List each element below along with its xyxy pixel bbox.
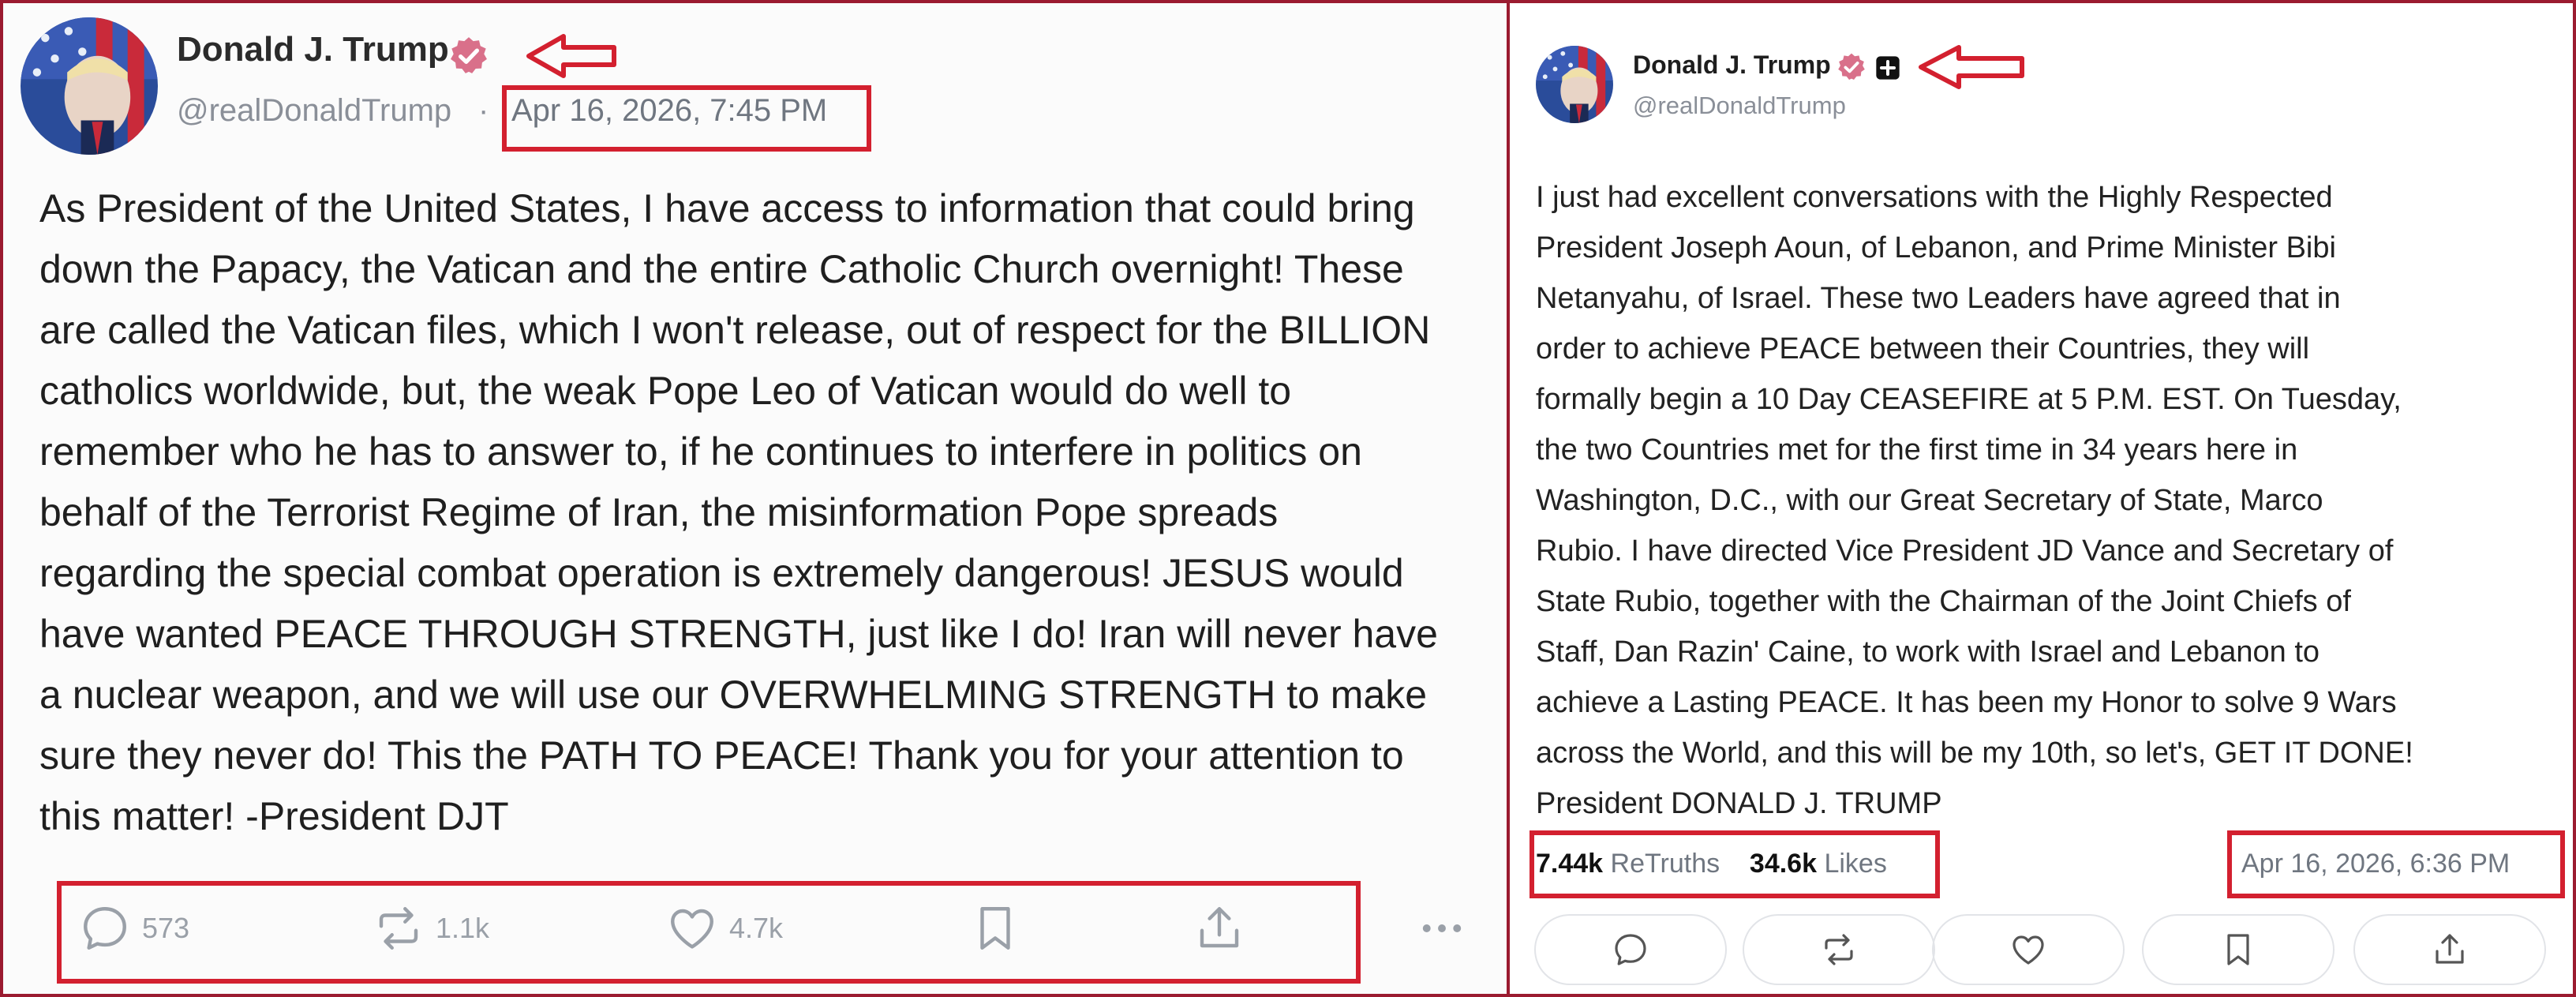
left-author-handle[interactable]: @realDonaldTrump (177, 93, 451, 129)
bookmark-icon (2227, 934, 2249, 965)
more-options-button[interactable] (1416, 902, 1479, 954)
post-text-line: down the Papacy, the Vatican and the ent… (39, 247, 1404, 291)
right-post-body: I just had excellent conversations with … (1536, 172, 2562, 829)
more-icon (1422, 924, 1462, 932)
bookmark-button[interactable] (2142, 914, 2334, 985)
retruth-button[interactable] (1743, 914, 1935, 985)
annotation-arrow-right-name (1919, 45, 2024, 89)
post-text-line: this matter! -President DJT (39, 794, 509, 838)
reply-icon (1615, 934, 1646, 965)
post-text-line: As President of the United States, I hav… (39, 186, 1415, 231)
post-text-line: State Rubio, together with the Chairman … (1536, 585, 2351, 618)
post-text-line: behalf of the Terrorist Regime of Iran, … (39, 490, 1279, 534)
post-text-line: a nuclear weapon, and we will use our OV… (39, 673, 1428, 717)
annotation-arrow-left-name (526, 34, 616, 78)
annotation-box-left-timestamp (502, 85, 871, 152)
reply-button[interactable] (1534, 914, 1727, 985)
left-author-name[interactable]: Donald J. Trump (177, 30, 449, 69)
post-text-line: I just had excellent conversations with … (1536, 181, 2333, 214)
left-avatar[interactable] (21, 17, 158, 155)
annotation-box-right-stats (1530, 830, 1940, 898)
verified-badge-icon (1837, 52, 1866, 82)
post-text-line: the two Countries met for the first time… (1536, 433, 2298, 467)
right-avatar[interactable] (1536, 46, 1613, 123)
post-text-line: catholics worldwide, but, the weak Pope … (39, 369, 1292, 413)
like-button[interactable] (1932, 914, 2125, 985)
share-button[interactable] (2353, 914, 2546, 985)
post-text-line: Washington, D.C., with our Great Secreta… (1536, 484, 2323, 517)
post-text-line: order to achieve PEACE between their Cou… (1536, 332, 2310, 365)
like-icon (2012, 935, 2044, 965)
right-author-handle[interactable]: @realDonaldTrump (1633, 92, 1846, 120)
left-post-body: As President of the United States, I hav… (39, 178, 1500, 847)
post-text-line: regarding the special combat operation i… (39, 551, 1404, 595)
verified-badge-icon (448, 36, 489, 77)
post-text-line: Staff, Dan Razin' Caine, to work with Is… (1536, 635, 2320, 669)
plus-badge-icon (1875, 55, 1900, 84)
post-text-line: sure they never do! This the PATH TO PEA… (39, 733, 1404, 778)
post-text-line: remember who he has to answer to, if he … (39, 429, 1362, 474)
post-text-line: across the World, and this will be my 10… (1536, 737, 2413, 770)
post-text-line: achieve a Lasting PEACE. It has been my … (1536, 686, 2397, 719)
annotation-box-left-actions (57, 881, 1361, 984)
retruth-icon (1825, 934, 1853, 965)
post-text-line: Rubio. I have directed Vice President JD… (1536, 534, 2394, 568)
post-text-line: are called the Vatican files, which I wo… (39, 308, 1431, 352)
post-text-line: President Joseph Aoun, of Lebanon, and P… (1536, 231, 2336, 264)
post-text-line: President DONALD J. TRUMP (1536, 787, 1942, 820)
post-text-line: have wanted PEACE THROUGH STRENGTH, just… (39, 612, 1438, 656)
right-author-name[interactable]: Donald J. Trump (1633, 51, 1831, 80)
handle-separator: · (478, 93, 489, 128)
annotation-box-right-timestamp (2227, 830, 2565, 898)
share-icon (2436, 934, 2464, 964)
post-text-line: formally begin a 10 Day CEASEFIRE at 5 P… (1536, 383, 2402, 416)
post-text-line: Netanyahu, of Israel. These two Leaders … (1536, 282, 2341, 315)
